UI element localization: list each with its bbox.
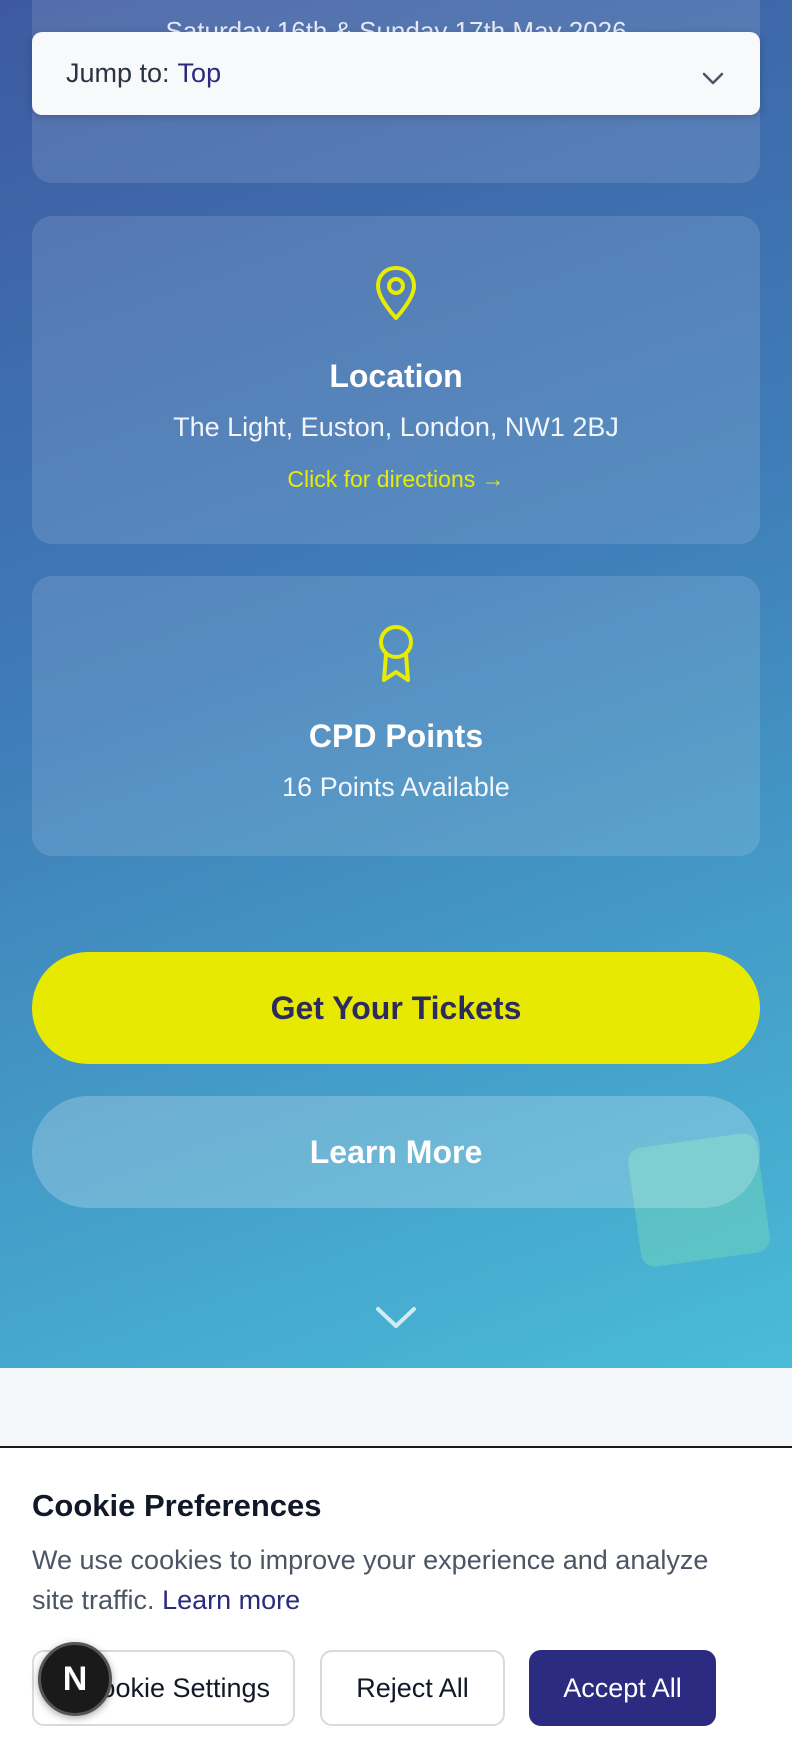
dev-tools-badge[interactable]: N (38, 1642, 112, 1716)
jump-to-label: Jump to: (66, 58, 170, 88)
location-address: The Light, Euston, London, NW1 2BJ (173, 412, 619, 442)
scroll-down-chevron-icon[interactable] (376, 1306, 416, 1335)
jump-to-select[interactable]: Jump to: Top (32, 32, 760, 115)
cookie-description: We use cookies to improve your experienc… (32, 1540, 752, 1620)
award-ribbon-icon (32, 624, 760, 686)
reject-all-button[interactable]: Reject All (320, 1650, 505, 1726)
chevron-down-icon (702, 62, 724, 93)
hero-section: Saturday 16th & Sunday 17th May 2026 Loc… (0, 0, 792, 1368)
get-tickets-button[interactable]: Get Your Tickets (32, 952, 760, 1064)
cookie-text: We use cookies to improve your experienc… (32, 1545, 709, 1615)
location-card: Location The Light, Euston, London, NW1 … (32, 216, 760, 544)
cookie-title: Cookie Preferences (32, 1488, 322, 1523)
cpd-points-text: 16 Points Available (282, 772, 510, 802)
directions-link[interactable]: Click for directions → (32, 466, 760, 493)
map-pin-icon (32, 264, 760, 324)
cookie-learn-more-link[interactable]: Learn more (162, 1585, 300, 1615)
cpd-card: CPD Points 16 Points Available (32, 576, 760, 856)
jump-to-value: Top (177, 58, 222, 88)
learn-more-button[interactable]: Learn More (32, 1096, 760, 1208)
cpd-title: CPD Points (308, 718, 484, 754)
accept-all-button[interactable]: Accept All (529, 1650, 716, 1726)
location-title: Location (329, 358, 463, 394)
cookie-banner: Cookie Preferences We use cookies to imp… (0, 1446, 792, 1756)
